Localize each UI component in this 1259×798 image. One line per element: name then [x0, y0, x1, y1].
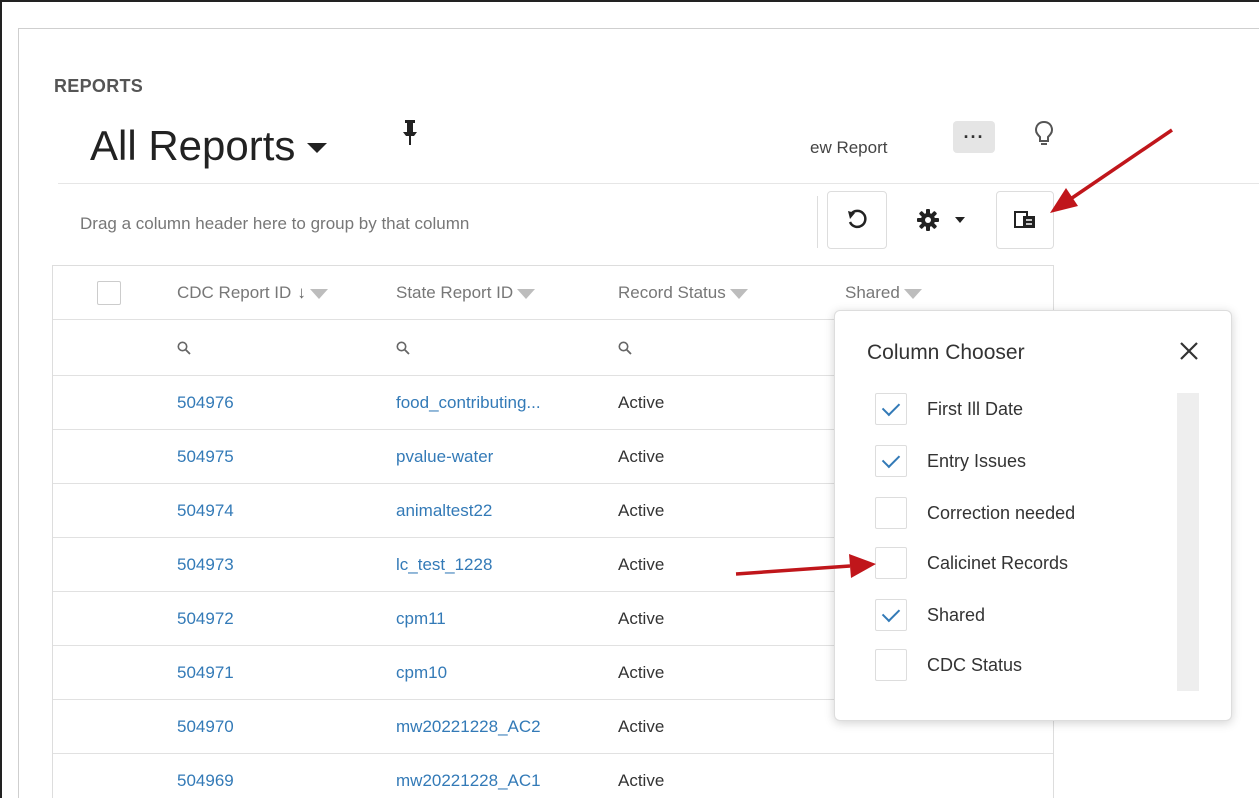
cdc-report-id-link[interactable]: 504974: [177, 501, 234, 521]
column-chooser-scrollbar[interactable]: [1177, 393, 1199, 691]
column-header-label: State Report ID: [396, 282, 514, 302]
report-view-dropdown[interactable]: All Reports: [90, 122, 328, 170]
column-option-shared[interactable]: Shared: [875, 599, 985, 631]
cdc-report-id-link[interactable]: 504973: [177, 555, 234, 575]
record-status-cell: Active: [618, 500, 665, 520]
state-report-id-link[interactable]: mw20221228_AC1: [396, 771, 541, 791]
record-status-cell: Active: [618, 392, 665, 412]
search-icon: [618, 341, 632, 355]
column-option-entry-issues[interactable]: Entry Issues: [875, 445, 1026, 477]
column-option-calicinet-records[interactable]: Calicinet Records: [875, 547, 1068, 579]
record-status-cell: Active: [618, 446, 665, 466]
column-option-label: CDC Status: [927, 654, 1023, 675]
new-report-button[interactable]: ew Report: [810, 138, 887, 158]
column-header-state-report-id[interactable]: State Report ID: [396, 282, 536, 303]
sort-down-icon: ↓: [297, 282, 306, 302]
column-option-checkbox[interactable]: [875, 445, 907, 477]
column-header-label: CDC Report ID: [177, 282, 292, 302]
cdc-report-id-link[interactable]: 504969: [177, 771, 234, 791]
cdc-report-id-link[interactable]: 504971: [177, 663, 234, 683]
filter-cdc-report-id[interactable]: [177, 341, 191, 355]
close-icon[interactable]: [1175, 337, 1203, 365]
more-options-button[interactable]: ···: [953, 121, 995, 153]
record-status-cell: Active: [618, 608, 665, 628]
filter-icon[interactable]: [729, 288, 748, 299]
page-title: All Reports: [90, 122, 296, 169]
column-option-checkbox[interactable]: [875, 497, 907, 529]
state-report-id-link[interactable]: pvalue-water: [396, 447, 493, 467]
column-chooser-icon: [1014, 211, 1035, 228]
filter-icon[interactable]: [903, 288, 922, 299]
filter-icon[interactable]: [309, 288, 328, 299]
undo-icon: [848, 209, 867, 229]
column-option-correction-needed[interactable]: Correction needed: [875, 497, 1075, 529]
cdc-report-id-link[interactable]: 504970: [177, 717, 234, 737]
state-report-id-link[interactable]: lc_test_1228: [396, 555, 492, 575]
select-all-cell: [97, 280, 121, 305]
section-label: REPORTS: [54, 76, 144, 96]
column-option-label: Entry Issues: [927, 450, 1027, 471]
reset-button[interactable]: [827, 191, 887, 249]
column-header-label: Shared: [845, 282, 900, 302]
search-icon: [177, 341, 191, 355]
filter-icon[interactable]: [517, 288, 536, 299]
column-option-label: Shared: [927, 604, 986, 625]
column-header-record-status[interactable]: Record Status: [618, 283, 748, 303]
record-status-cell: Active: [618, 662, 665, 682]
group-by-panel[interactable]: Drag a column header here to group by th…: [66, 196, 818, 248]
column-option-checkbox[interactable]: [875, 547, 907, 579]
column-chooser-button[interactable]: [996, 191, 1054, 249]
table-row: 504969 mw20221228_AC1 Active: [53, 754, 1053, 798]
pin-icon[interactable]: [402, 120, 418, 146]
record-status-cell: Active: [618, 770, 665, 790]
column-option-label: First Ill Date: [927, 398, 1024, 419]
state-report-id-link[interactable]: food_contributing...: [396, 393, 541, 413]
filter-state-report-id[interactable]: [396, 341, 410, 355]
column-header-cdc-report-id[interactable]: CDC Report ID ↓: [177, 283, 328, 303]
column-option-label: Correction needed: [927, 502, 1076, 523]
settings-dropdown[interactable]: [896, 196, 986, 244]
gear-icon: [917, 209, 939, 231]
search-icon: [396, 341, 410, 355]
column-option-first-ill-date[interactable]: First Ill Date: [875, 393, 1023, 425]
column-chooser-popup: Column Chooser First Ill Date Entry Issu…: [834, 310, 1232, 721]
column-option-cdc-status[interactable]: CDC Status: [875, 649, 1022, 681]
header-divider: [58, 183, 1259, 184]
column-header-shared[interactable]: Shared: [845, 283, 922, 303]
select-all-checkbox[interactable]: [97, 280, 121, 305]
state-report-id-link[interactable]: mw20221228_AC2: [396, 717, 541, 737]
column-header-label: Record Status: [618, 282, 726, 302]
cdc-report-id-link[interactable]: 504976: [177, 393, 234, 413]
record-status-cell: Active: [618, 554, 665, 574]
filter-record-status[interactable]: [618, 341, 632, 355]
record-status-cell: Active: [618, 716, 665, 736]
state-report-id-link[interactable]: animaltest22: [396, 501, 492, 521]
lightbulb-icon[interactable]: [1034, 120, 1054, 148]
column-chooser-title: Column Chooser: [867, 341, 1025, 364]
column-option-checkbox[interactable]: [875, 599, 907, 631]
cdc-report-id-link[interactable]: 504975: [177, 447, 234, 467]
caret-down-icon: [955, 217, 965, 223]
state-report-id-link[interactable]: cpm11: [396, 609, 446, 629]
cdc-report-id-link[interactable]: 504972: [177, 609, 234, 629]
column-option-checkbox[interactable]: [875, 393, 907, 425]
caret-down-icon: [307, 143, 328, 153]
column-option-label: Calicinet Records: [927, 552, 1069, 573]
state-report-id-link[interactable]: cpm10: [396, 663, 447, 683]
column-option-checkbox[interactable]: [875, 649, 907, 681]
